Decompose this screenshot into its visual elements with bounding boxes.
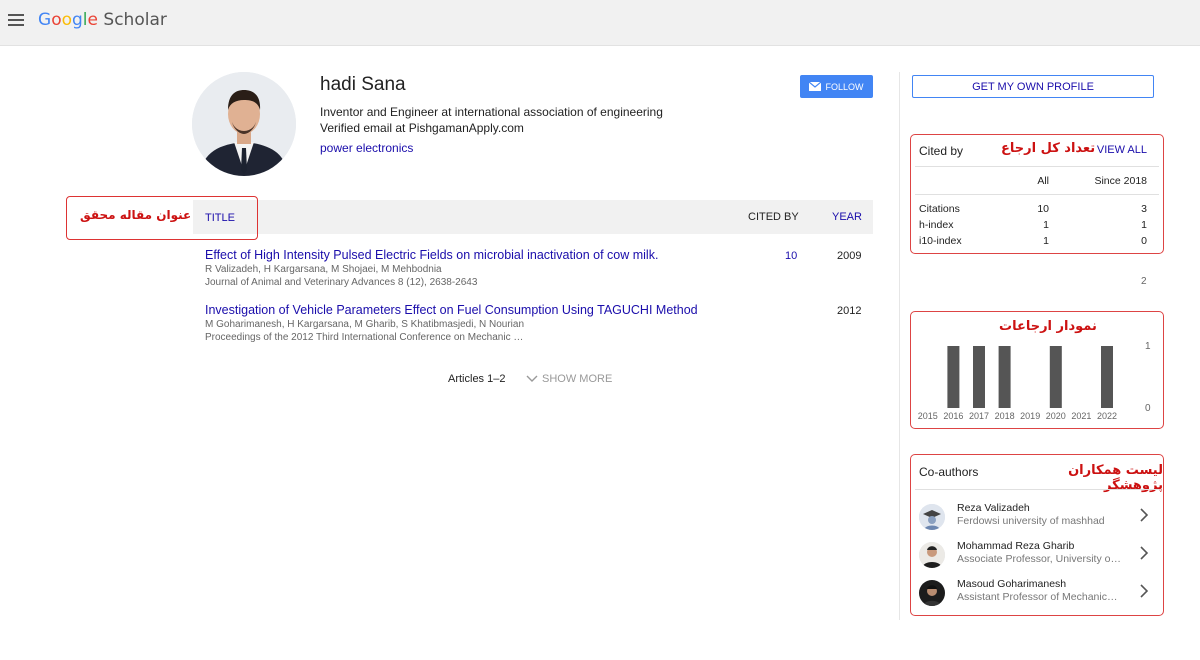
mail-icon xyxy=(809,82,822,91)
metric-all: 10 xyxy=(1037,203,1049,215)
metric-all: 1 xyxy=(1043,219,1049,231)
metric-since: 1 xyxy=(1141,219,1147,231)
chart-y-tick-label: 0 xyxy=(1145,403,1151,414)
chart-bar-2022[interactable] xyxy=(1101,346,1113,408)
annotation-total-citations: تعداد کل ارجاع xyxy=(1001,141,1096,156)
coauthor-item[interactable]: Masoud Goharimanesh Assistant Professor … xyxy=(919,575,1155,611)
cited-by-row: i10-index 1 0 xyxy=(919,235,1147,249)
coauthor-affiliation: Ferdowsi university of mashhad xyxy=(957,515,1105,527)
person-avatar xyxy=(919,580,945,606)
chart-y-tick-label: 1 xyxy=(1145,341,1151,352)
chart-x-tick-label: 2017 xyxy=(969,411,989,421)
logo-letter: o xyxy=(61,10,72,30)
metric-label: h-index xyxy=(919,219,954,231)
article-title-link[interactable]: Investigation of Vehicle Parameters Effe… xyxy=(205,303,873,317)
logo-suffix: Scholar xyxy=(98,10,167,30)
column-divider xyxy=(899,72,900,620)
cited-by-row: Citations 10 3 xyxy=(919,203,1147,217)
chevron-right-icon xyxy=(1140,508,1149,522)
coauthor-item[interactable]: Reza Valizadeh Ferdowsi university of ma… xyxy=(919,499,1155,535)
chart-bar-2017[interactable] xyxy=(973,346,985,408)
get-my-own-profile-button[interactable]: GET MY OWN PROFILE xyxy=(912,75,1154,98)
chevron-right-icon xyxy=(1140,584,1149,598)
cited-by-row: h-index 1 1 xyxy=(919,219,1147,233)
profile-affiliation: Inventor and Engineer at international a… xyxy=(320,105,663,119)
chart-x-tick-label: 2018 xyxy=(995,411,1015,421)
article-year: 2009 xyxy=(837,250,862,262)
coauthor-affiliation: Assistant Professor of Mechanic… xyxy=(957,591,1118,603)
view-all-link[interactable]: VIEW ALL xyxy=(1097,144,1147,156)
top-bar: Google Scholar xyxy=(0,0,1200,46)
follow-button[interactable]: FOLLOW xyxy=(800,75,873,98)
coauthor-item[interactable]: Mohammad Reza Gharib Associate Professor… xyxy=(919,537,1155,573)
coauthor-name: Masoud Goharimanesh xyxy=(957,578,1067,590)
metric-label: i10-index xyxy=(919,235,962,247)
follow-label: FOLLOW xyxy=(825,81,864,92)
citations-chart-card: نمودار ارجاعات 2015 2016 2017 2018 2019 2020 2… xyxy=(910,311,1164,429)
chart-y-tick-top: 2 xyxy=(1141,276,1147,287)
divider xyxy=(915,166,1159,167)
logo-letter: g xyxy=(72,10,83,30)
chart-bar-2018[interactable] xyxy=(998,346,1011,408)
article-title-link[interactable]: Effect of High Intensity Pulsed Electric… xyxy=(205,248,873,262)
profile-name: hadi Sana xyxy=(320,74,406,95)
show-more-button[interactable]: SHOW MORE xyxy=(526,373,612,385)
coauthors-card: Co-authors لیست همکاران پژوهشگر Reza Val… xyxy=(910,454,1164,616)
metric-since: 0 xyxy=(1141,235,1147,247)
chart-bar-2020[interactable] xyxy=(1049,346,1062,408)
chart-bar-2016[interactable] xyxy=(947,346,960,408)
article-row: Effect of High Intensity Pulsed Electric… xyxy=(205,248,873,288)
profile-photo xyxy=(192,72,296,176)
article-venue: Journal of Animal and Veterinary Advance… xyxy=(205,277,478,288)
metric-label: Citations xyxy=(919,203,960,215)
person-avatar xyxy=(919,542,945,568)
citations-bar-chart: 2015 2016 2017 2018 2019 2020 2021 2022 0 1 xyxy=(918,341,1151,421)
chart-x-tick-label: 2020 xyxy=(1046,411,1066,421)
articles-count: Articles 1–2 xyxy=(448,373,506,385)
logo-letter: e xyxy=(87,10,98,30)
article-row: Investigation of Vehicle Parameters Effe… xyxy=(205,303,873,343)
chevron-down-icon xyxy=(526,375,538,383)
coauthor-name: Mohammad Reza Gharib xyxy=(957,540,1075,552)
annotation-article-title: عنوان مقاله محقق xyxy=(80,208,192,222)
logo-letter: o xyxy=(51,10,62,30)
cited-by-header-row: All Since 2018 xyxy=(919,175,1147,189)
coauthor-name: Reza Valizadeh xyxy=(957,502,1030,514)
sort-by-cited-by[interactable]: CITED BY xyxy=(748,211,799,223)
coauthor-affiliation: Associate Professor, University o… xyxy=(957,553,1121,565)
divider xyxy=(915,194,1159,195)
graduate-avatar-icon xyxy=(919,504,945,530)
col-all: All xyxy=(1037,175,1049,187)
logo-letter: G xyxy=(38,10,52,30)
articles-table-header: TITLE CITED BY YEAR xyxy=(193,200,873,234)
chart-x-tick-label: 2016 xyxy=(943,411,963,421)
metric-all: 1 xyxy=(1043,235,1049,247)
cited-by-title: Cited by xyxy=(919,144,964,158)
google-scholar-logo[interactable]: Google Scholar xyxy=(38,10,167,30)
article-cited-by-link[interactable]: 10 xyxy=(785,250,797,262)
chart-x-tick-label: 2021 xyxy=(1071,411,1091,421)
profile-email: Verified email at PishgamanApply.com xyxy=(320,121,524,135)
col-since: Since 2018 xyxy=(1094,175,1147,187)
chart-x-tick-label: 2015 xyxy=(918,411,938,421)
article-year: 2012 xyxy=(837,305,862,317)
chart-x-tick-label: 2022 xyxy=(1097,411,1117,421)
article-authors: M Goharimanesh, H Kargarsana, M Gharib, … xyxy=(205,319,525,330)
research-interest-link[interactable]: power electronics xyxy=(320,141,413,155)
chart-x-tick-label: 2019 xyxy=(1020,411,1040,421)
article-venue: Proceedings of the 2012 Third Internatio… xyxy=(205,332,524,343)
article-authors: R Valizadeh, H Kargarsana, M Shojaei, M … xyxy=(205,264,442,275)
sort-by-year[interactable]: YEAR xyxy=(832,211,862,223)
divider xyxy=(915,489,1159,490)
hamburger-menu-icon[interactable] xyxy=(8,14,24,26)
coauthors-title: Co-authors xyxy=(919,465,979,479)
show-more-label: SHOW MORE xyxy=(542,373,613,385)
chevron-right-icon xyxy=(1140,546,1149,560)
metric-since: 3 xyxy=(1141,203,1147,215)
cited-by-card: Cited by تعداد کل ارجاع VIEW ALL All Sin… xyxy=(910,134,1164,254)
